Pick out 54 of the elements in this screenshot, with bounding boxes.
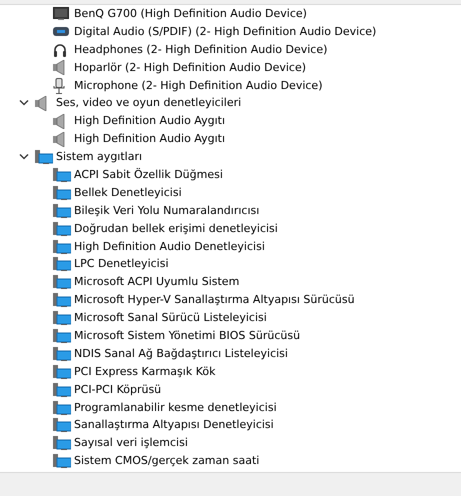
computer-icon: [53, 364, 71, 379]
monitor-icon: [53, 7, 69, 20]
computer-icon: [53, 436, 71, 450]
computer-icon: [53, 311, 71, 326]
computer-icon: [53, 346, 71, 361]
computer-icon: [53, 328, 71, 343]
computer-icon: [53, 293, 71, 308]
tree-item[interactable]: Sayısal veri işlemcisi: [74, 436, 188, 450]
computer-icon: [53, 240, 71, 254]
tree-item[interactable]: ACPI Sabit Özellik Düğmesi: [74, 168, 223, 182]
computer-icon: [53, 454, 71, 468]
chevron-icon[interactable]: [19, 154, 29, 160]
computer-icon: [53, 382, 71, 397]
tree-item[interactable]: Microsoft ACPI Uyumlu Sistem: [74, 275, 240, 290]
computer-icon: [35, 150, 53, 164]
tree-item[interactable]: Digital Audio (S/PDIF) (2- High Definition Audio Device): [74, 24, 376, 39]
tree-item[interactable]: Hoparlör (2- High Definition Audio Device): [74, 60, 306, 75]
tree-item[interactable]: Sistem CMOS/gerçek zaman saati: [74, 454, 260, 468]
microphone-icon: [53, 78, 65, 94]
tree-item[interactable]: Bellek Denetleyicisi: [74, 186, 182, 200]
speaker-icon: [53, 132, 65, 147]
tree-item[interactable]: NDIS Sanal Ağ Bağdaştırıcı Listeleyicisi: [74, 346, 288, 361]
tree-category[interactable]: Sistem aygıtları: [56, 150, 142, 164]
computer-icon: [53, 222, 71, 236]
tree-item[interactable]: High Definition Audio Denetleyicisi: [74, 240, 265, 254]
computer-icon: [53, 186, 71, 200]
tree-item[interactable]: PCI Express Karmaşık Kök: [74, 364, 216, 379]
headphones-icon: [53, 42, 67, 57]
chevron-icon[interactable]: [19, 100, 29, 106]
computer-icon: [53, 168, 71, 182]
tree-category[interactable]: Ses, video ve oyun denetleyicileri: [56, 96, 242, 110]
tree-item[interactable]: Microsoft Hyper-V Sanallaştırma Altyapısı Sürücüsü: [74, 293, 355, 308]
tree-item[interactable]: High Definition Audio Aygıtı: [74, 132, 225, 146]
tree-item[interactable]: Headphones (2- High Definition Audio Device): [74, 42, 328, 57]
tree-item[interactable]: Bileşik Veri Yolu Numaralandırıcısı: [74, 204, 260, 218]
tree-item[interactable]: Microsoft Sanal Sürücü Listeleyicisi: [74, 311, 267, 326]
computer-icon: [53, 418, 71, 432]
tree-item[interactable]: High Definition Audio Aygıtı: [74, 114, 225, 128]
tree-item[interactable]: Microsoft Sistem Yönetimi BIOS Sürücüsü: [74, 328, 300, 343]
tree-item[interactable]: LPC Denetleyicisi: [74, 257, 169, 272]
tree-item[interactable]: Sanallaştırma Altyapısı Denetleyicisi: [74, 418, 274, 432]
tree-item[interactable]: Microphone (2- High Definition Audio Device): [74, 78, 322, 92]
computer-icon: [53, 257, 71, 272]
tree-item[interactable]: Doğrudan bellek erişimi denetleyicisi: [74, 222, 278, 236]
computer-icon: [53, 400, 71, 415]
audio-port-icon: [53, 27, 69, 36]
computer-icon: [53, 204, 71, 218]
computer-icon: [53, 275, 71, 290]
speaker-icon: [53, 60, 65, 76]
speaker-icon: [53, 114, 65, 129]
speaker-icon: [35, 96, 47, 111]
tree-item[interactable]: BenQ G700 (High Definition Audio Device): [74, 6, 307, 21]
tree-item[interactable]: PCI-PCI Köprüsü: [74, 382, 162, 397]
tree-item[interactable]: Programlanabilir kesme denetleyicisi: [74, 400, 277, 415]
